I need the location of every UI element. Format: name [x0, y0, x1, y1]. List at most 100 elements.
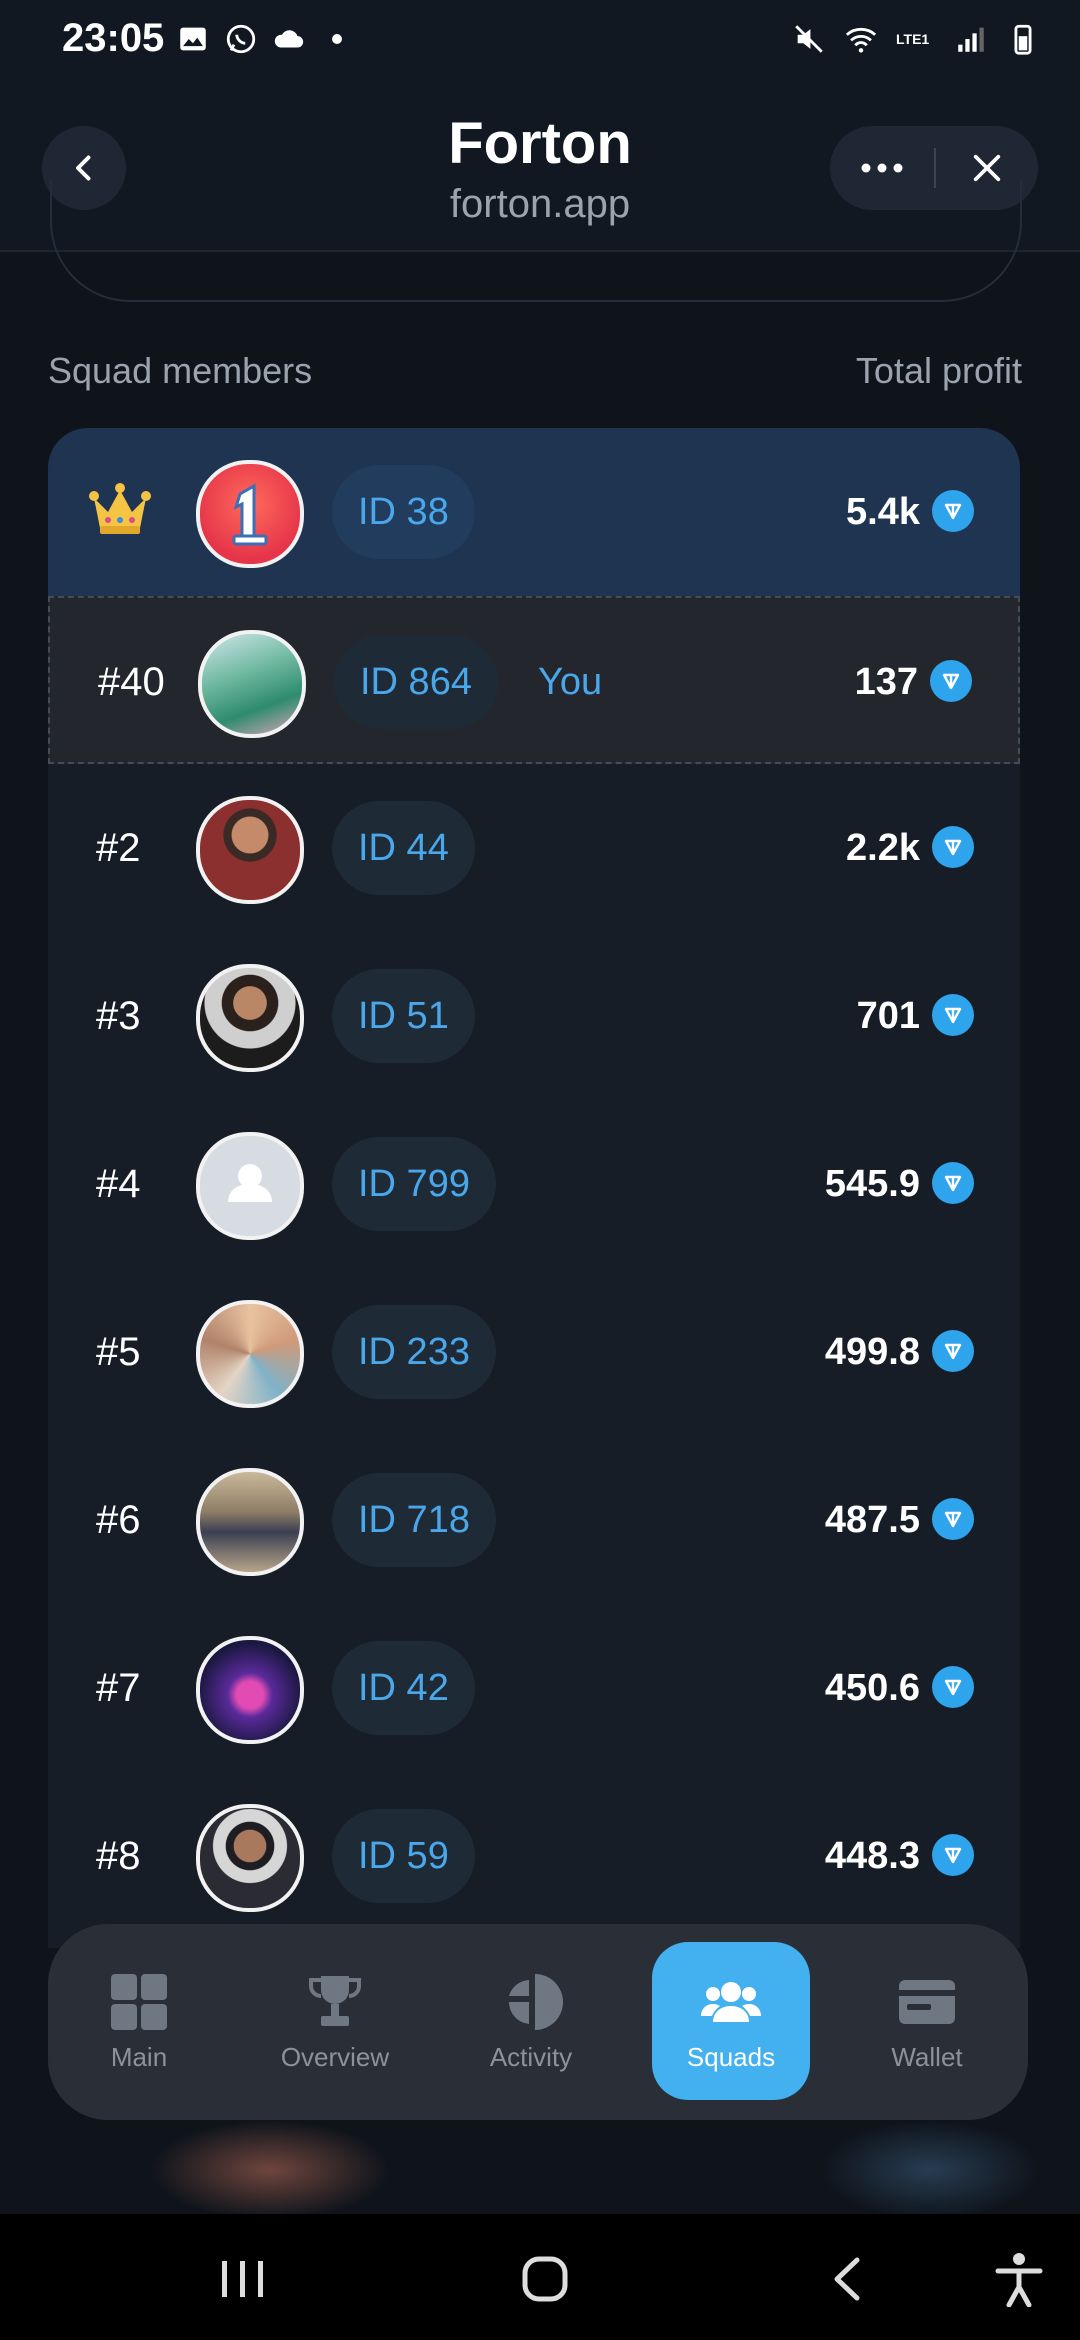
section-label-profit: Total profit	[855, 350, 1022, 391]
accessibility-button[interactable]	[984, 2244, 1054, 2314]
home-icon	[522, 2256, 568, 2302]
member-row[interactable]: #7 ID 42 450.6	[48, 1604, 1020, 1772]
ton-icon	[930, 660, 972, 702]
member-rank: #8	[96, 1834, 141, 1878]
member-profit: 137	[854, 661, 918, 703]
ton-icon	[932, 994, 974, 1036]
recent-apps-button[interactable]	[208, 2244, 278, 2314]
system-back-button[interactable]	[812, 2244, 882, 2314]
ton-icon	[932, 1330, 974, 1372]
dot-icon	[332, 34, 342, 44]
bottom-navigation: Main Overview Activity Squads Wallet	[48, 1924, 1028, 2120]
member-rank: #5	[96, 1330, 141, 1374]
member-id: ID 42	[332, 1641, 475, 1735]
background-glow	[150, 2120, 390, 2220]
member-id: ID 799	[332, 1137, 496, 1231]
member-rank: #40	[98, 660, 165, 704]
number-one-icon	[232, 483, 268, 546]
ton-icon	[932, 1834, 974, 1876]
pie-chart-icon	[508, 1973, 563, 2030]
status-bar: 23:05 LTE1	[0, 0, 1080, 80]
home-button[interactable]	[510, 2244, 580, 2314]
ton-icon	[932, 1666, 974, 1708]
member-rank: #7	[96, 1666, 141, 1710]
member-row[interactable]: #3 ID 51 701	[48, 932, 1020, 1100]
ton-icon	[932, 1498, 974, 1540]
battery-icon	[1014, 24, 1032, 55]
member-profit: 499.8	[824, 1331, 920, 1373]
users-icon	[701, 1981, 761, 2022]
member-rank: #2	[96, 826, 141, 870]
avatar	[196, 1804, 304, 1912]
ton-icon	[932, 826, 974, 868]
member-row[interactable]: ID 38 5.4k	[48, 428, 1020, 596]
member-profit: 2.2k	[846, 827, 920, 869]
member-rank: #4	[96, 1162, 141, 1206]
member-profit: 5.4k	[846, 491, 920, 533]
avatar	[196, 1636, 304, 1744]
nav-label: Wallet	[891, 2041, 963, 2072]
member-row[interactable]: #4 ID 799 545.9	[48, 1100, 1020, 1268]
member-id: ID 718	[332, 1473, 496, 1567]
member-profit: 487.5	[824, 1499, 920, 1541]
system-navigation-bar	[0, 2214, 1080, 2340]
avatar	[198, 630, 306, 738]
signal-icon	[958, 27, 984, 52]
member-rank: #6	[96, 1498, 141, 1542]
whatsapp-icon	[226, 24, 256, 54]
wallet-icon	[899, 1979, 955, 2024]
member-id: ID 38	[332, 465, 475, 559]
member-id: ID 44	[332, 801, 475, 895]
avatar	[196, 1132, 304, 1240]
member-profit: 701	[856, 995, 920, 1037]
avatar	[196, 1300, 304, 1408]
avatar	[196, 964, 304, 1072]
back-arrow-icon	[834, 2257, 860, 2301]
member-id: ID 59	[332, 1809, 475, 1903]
squad-members-list: ID 38 5.4k #40 ID 864 You 137 #2 ID 44 2…	[48, 428, 1020, 1948]
member-rank: #3	[96, 994, 141, 1038]
avatar	[196, 1468, 304, 1576]
accessibility-icon	[995, 2253, 1043, 2307]
member-profit: 545.9	[824, 1163, 920, 1205]
ton-icon	[932, 490, 974, 532]
recent-apps-icon	[222, 2261, 263, 2297]
trophy-icon	[309, 1975, 361, 2026]
nav-activity[interactable]: Activity	[452, 1942, 610, 2100]
nav-main[interactable]: Main	[60, 1942, 218, 2100]
avatar	[196, 796, 304, 904]
avatar	[196, 460, 304, 568]
status-time: 23:05	[62, 16, 165, 60]
nav-label: Activity	[489, 2041, 573, 2072]
member-id: ID 51	[332, 969, 475, 1063]
nav-wallet[interactable]: Wallet	[848, 1942, 1006, 2100]
member-row[interactable]: #5 ID 233 499.8	[48, 1268, 1020, 1436]
member-id: ID 864	[334, 635, 498, 729]
gallery-icon	[180, 27, 206, 51]
you-label: You	[538, 661, 603, 703]
grid-icon	[111, 1973, 167, 2030]
member-row[interactable]: #8 ID 59 448.3	[48, 1772, 1020, 1940]
member-row-you[interactable]: #40 ID 864 You 137	[48, 596, 1020, 764]
cloud-icon	[274, 30, 304, 48]
nav-squads[interactable]: Squads	[652, 1942, 810, 2100]
nav-label: Overview	[280, 2041, 390, 2072]
member-id: ID 233	[332, 1305, 496, 1399]
nav-overview[interactable]: Overview	[256, 1942, 414, 2100]
member-profit: 448.3	[824, 1835, 920, 1877]
nav-label: Squads	[686, 2041, 776, 2072]
ton-icon	[932, 1162, 974, 1204]
member-row[interactable]: #6 ID 718 487.5	[48, 1436, 1020, 1604]
member-profit: 450.6	[824, 1667, 920, 1709]
crown-icon	[89, 483, 151, 534]
nav-label: Main	[110, 2041, 168, 2072]
member-row[interactable]: #2 ID 44 2.2k	[48, 764, 1020, 932]
more-dots-icon	[861, 163, 903, 173]
section-label-members: Squad members	[48, 350, 313, 391]
background-glow	[820, 2120, 1040, 2220]
wifi-icon	[845, 27, 877, 53]
mute-icon	[795, 25, 823, 53]
default-user-icon	[228, 1164, 272, 1202]
previous-card-edge	[50, 180, 1022, 302]
lte-label: LTE1	[896, 31, 930, 47]
